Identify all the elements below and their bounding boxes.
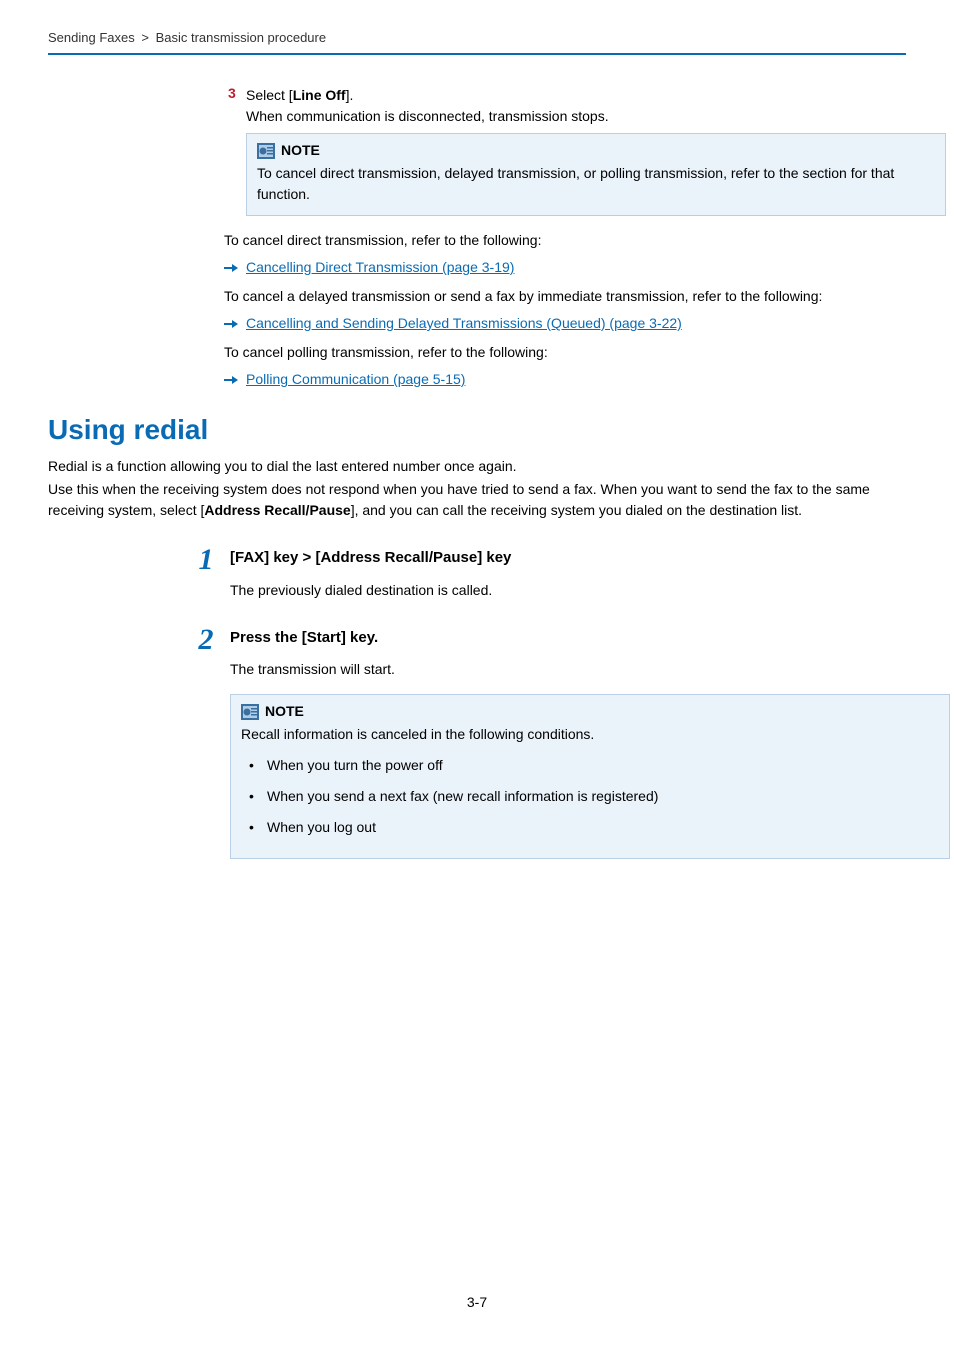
link-cancel-direct[interactable]: Cancelling Direct Transmission (page 3-1…: [246, 257, 514, 278]
step3-text-c: ].: [346, 87, 354, 103]
note2-bullets: When you turn the power off When you sen…: [241, 755, 939, 838]
page-content: 3 Select [Line Off]. When communication …: [48, 85, 906, 859]
big-step-text: The previously dialed destination is cal…: [230, 580, 511, 601]
step3-line2: When communication is disconnected, tran…: [246, 108, 609, 124]
document-page: Sending Faxes > Basic transmission proce…: [0, 0, 954, 1350]
bullet-item: When you log out: [245, 817, 939, 838]
header-rule: [48, 53, 906, 55]
step-body: Select [Line Off]. When communication is…: [246, 85, 609, 127]
big-step-number: 2: [188, 625, 224, 655]
breadcrumb-part2: Basic transmission procedure: [156, 30, 327, 45]
link-cancel-delayed[interactable]: Cancelling and Sending Delayed Transmiss…: [246, 313, 682, 334]
big-step-2: 2 Press the [Start] key. The transmissio…: [188, 627, 906, 860]
step3-keyword: Line Off: [293, 87, 346, 103]
big-step-title: [FAX] key > [Address Recall/Pause] key: [230, 547, 511, 570]
step3-text-a: Select [: [246, 87, 293, 103]
note-header: NOTE: [257, 140, 935, 161]
big-step-body: Press the [Start] key. The transmission …: [230, 627, 950, 860]
big-step-1: 1 [FAX] key > [Address Recall/Pause] key…: [188, 547, 906, 601]
arrow-right-icon: [224, 318, 238, 330]
breadcrumb: Sending Faxes > Basic transmission proce…: [48, 30, 906, 53]
breadcrumb-part1: Sending Faxes: [48, 30, 135, 45]
note-icon: [241, 704, 259, 720]
breadcrumb-separator: >: [141, 30, 149, 45]
ref-intro-2: To cancel a delayed transmission or send…: [224, 286, 906, 307]
page-number: 3-7: [0, 1294, 954, 1310]
step-3: 3 Select [Line Off]. When communication …: [228, 85, 906, 127]
note-header: NOTE: [241, 701, 939, 722]
arrow-right-icon: [224, 374, 238, 386]
link-row-3: Polling Communication (page 5-15): [224, 369, 906, 390]
link-polling[interactable]: Polling Communication (page 5-15): [246, 369, 465, 390]
big-step-body: [FAX] key > [Address Recall/Pause] key T…: [230, 547, 511, 601]
para2-keyword: Address Recall/Pause: [204, 502, 350, 518]
note-text: To cancel direct transmission, delayed t…: [257, 163, 935, 205]
big-step-title: Press the [Start] key.: [230, 627, 950, 650]
section-title: Using redial: [48, 414, 906, 446]
ref-intro-3: To cancel polling transmission, refer to…: [224, 342, 906, 363]
big-step-number: 1: [188, 545, 224, 575]
arrow-right-icon: [224, 262, 238, 274]
note2-intro: Recall information is canceled in the fo…: [241, 724, 939, 745]
step-number: 3: [228, 85, 246, 101]
note-label: NOTE: [265, 701, 304, 722]
note-icon: [257, 143, 275, 159]
note-box-2: NOTE Recall information is canceled in t…: [230, 694, 950, 859]
link-row-1: Cancelling Direct Transmission (page 3-1…: [224, 257, 906, 278]
para-2: Use this when the receiving system does …: [48, 479, 906, 521]
big-step-text: The transmission will start.: [230, 659, 950, 680]
link-row-2: Cancelling and Sending Delayed Transmiss…: [224, 313, 906, 334]
para-1: Redial is a function allowing you to dia…: [48, 456, 906, 477]
bullet-item: When you send a next fax (new recall inf…: [245, 786, 939, 807]
note-label: NOTE: [281, 140, 320, 161]
para2-c: ], and you can call the receiving system…: [351, 502, 802, 518]
bullet-item: When you turn the power off: [245, 755, 939, 776]
ref-intro-1: To cancel direct transmission, refer to …: [224, 230, 906, 251]
note-box-1: NOTE To cancel direct transmission, dela…: [246, 133, 946, 216]
